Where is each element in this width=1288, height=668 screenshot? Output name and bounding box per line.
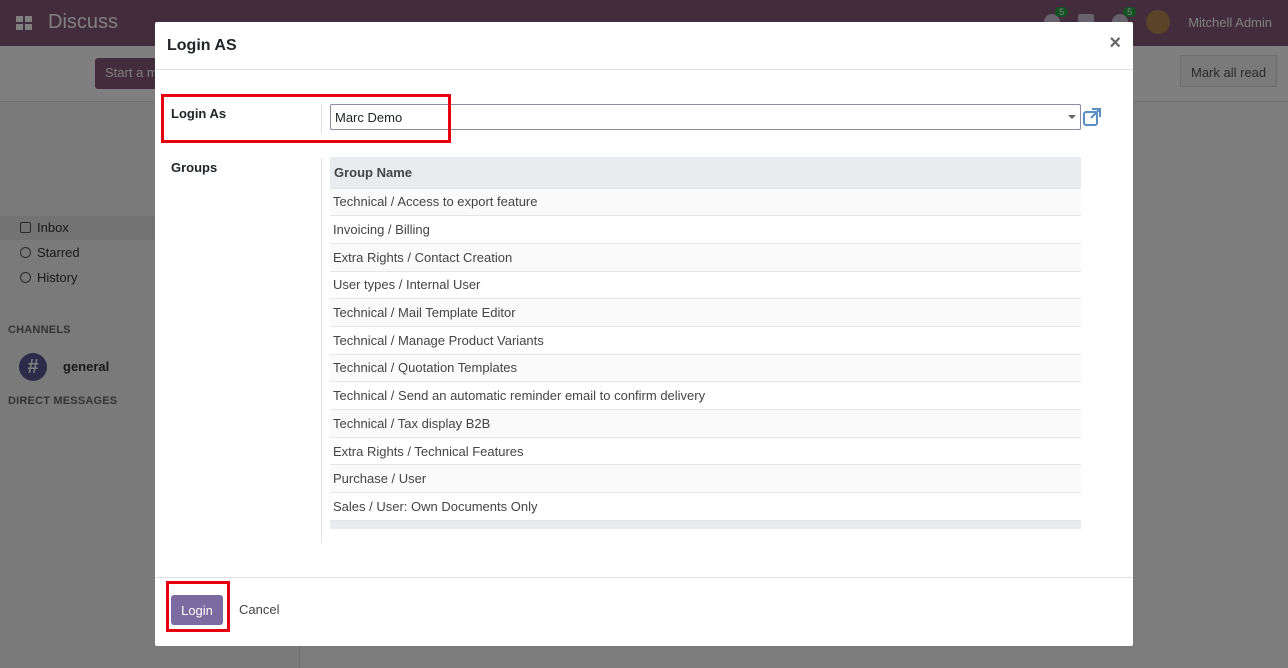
chevron-down-icon[interactable] bbox=[1068, 115, 1076, 119]
modal-footer: Login Cancel bbox=[155, 577, 1133, 646]
table-row[interactable]: Technical / Send an automatic reminder e… bbox=[330, 381, 1081, 410]
close-icon[interactable]: × bbox=[1109, 33, 1121, 53]
group-cell: Technical / Access to export feature bbox=[330, 188, 1081, 217]
table-row[interactable]: Technical / Mail Template Editor bbox=[330, 298, 1081, 327]
table-row[interactable]: Technical / Manage Product Variants bbox=[330, 326, 1081, 355]
login-button-highlight bbox=[166, 581, 230, 632]
groups-label: Groups bbox=[171, 160, 218, 175]
groups-table: Group Name Technical / Access to export … bbox=[330, 157, 1081, 529]
table-row[interactable]: Technical / Quotation Templates bbox=[330, 354, 1081, 383]
modal-title: Login AS bbox=[167, 37, 237, 54]
group-cell: Extra Rights / Contact Creation bbox=[330, 243, 1081, 272]
group-cell: Technical / Mail Template Editor bbox=[330, 298, 1081, 327]
group-cell: Technical / Send an automatic reminder e… bbox=[330, 381, 1081, 410]
column-header-group-name[interactable]: Group Name bbox=[330, 157, 1081, 189]
login-as-highlight bbox=[161, 94, 451, 143]
group-cell: Technical / Tax display B2B bbox=[330, 409, 1081, 438]
table-row[interactable]: Purchase / User bbox=[330, 464, 1081, 494]
group-cell: Extra Rights / Technical Features bbox=[330, 437, 1081, 466]
table-row[interactable]: Extra Rights / Contact Creation bbox=[330, 243, 1081, 272]
group-cell: Invoicing / Billing bbox=[330, 215, 1081, 244]
table-row[interactable]: User types / Internal User bbox=[330, 271, 1081, 300]
table-row[interactable]: Extra Rights / Technical Features bbox=[330, 437, 1081, 466]
table-row[interactable]: Invoicing / Billing bbox=[330, 215, 1081, 244]
modal-header: Login AS × bbox=[155, 22, 1133, 70]
group-cell: User types / Internal User bbox=[330, 271, 1081, 300]
cancel-button[interactable]: Cancel bbox=[239, 602, 279, 617]
external-link-icon[interactable] bbox=[1082, 107, 1102, 127]
group-cell: Technical / Quotation Templates bbox=[330, 354, 1081, 383]
table-footer bbox=[330, 520, 1081, 529]
group-cell: Sales / User: Own Documents Only bbox=[330, 492, 1081, 521]
login-as-dialog: Login AS × Login As Groups Group Name Te… bbox=[155, 22, 1133, 646]
table-row[interactable]: Sales / User: Own Documents Only bbox=[330, 492, 1081, 521]
field-separator bbox=[321, 158, 322, 543]
table-row[interactable]: Technical / Access to export feature bbox=[330, 188, 1081, 217]
table-row[interactable]: Technical / Tax display B2B bbox=[330, 409, 1081, 438]
group-cell: Technical / Manage Product Variants bbox=[330, 326, 1081, 355]
group-cell: Purchase / User bbox=[330, 464, 1081, 494]
